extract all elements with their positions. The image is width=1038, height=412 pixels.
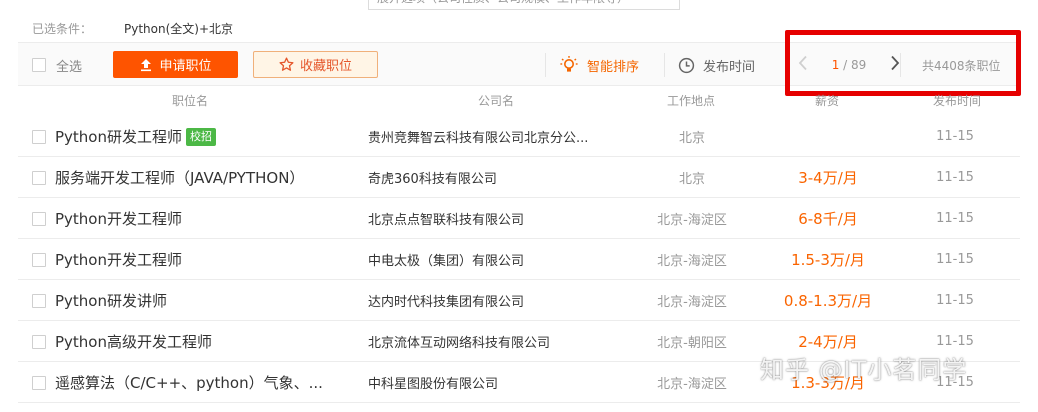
job-date: 11-15 — [936, 293, 974, 308]
conditions-value: Python(全文)+北京 — [124, 21, 234, 36]
company-name[interactable]: 达内时代科技集团有限公司 — [368, 280, 524, 321]
job-location: 北京 — [678, 131, 705, 146]
table-row[interactable]: Python研发工程师 校招 贵州竞舞智云科技有限公司北京分公... 北京 11-… — [18, 116, 1020, 157]
job-location: 北京 — [678, 172, 705, 187]
divider — [789, 53, 790, 77]
job-title[interactable]: Python研发工程师 校招 — [55, 116, 216, 157]
job-date: 11-15 — [936, 129, 974, 144]
job-location: 北京-海淀区 — [657, 213, 727, 228]
job-title[interactable]: 服务端开发工程师（JAVA/PYTHON） — [55, 157, 304, 198]
job-title[interactable]: Python研发讲师 — [55, 280, 167, 321]
next-page-icon[interactable] — [890, 55, 900, 75]
apply-job-button[interactable]: 申请职位 — [113, 51, 238, 78]
job-title[interactable]: Python开发工程师 — [55, 239, 182, 280]
job-toolbar: 全选 申请职位 收藏职位 智能排序 发布时间 1 / 89 共4408条职位 — [18, 42, 1020, 86]
page-indicator: 1 / 89 — [832, 58, 867, 72]
column-header-location: 工作地点 — [667, 94, 716, 108]
company-name[interactable]: 贵州竞舞智云科技有限公司北京分公... — [368, 116, 588, 157]
favorite-job-button[interactable]: 收藏职位 — [253, 51, 378, 78]
company-name[interactable]: 北京流体互动网络科技有限公司 — [368, 321, 550, 362]
divider — [664, 53, 665, 77]
job-salary — [758, 116, 898, 157]
company-name[interactable]: 中电太极（集团）有限公司 — [368, 239, 524, 280]
row-checkbox[interactable] — [32, 211, 46, 226]
row-checkbox[interactable] — [32, 334, 46, 349]
selected-conditions: 已选条件： Python(全文)+北京 — [32, 18, 233, 38]
page-total: / 89 — [843, 58, 867, 72]
job-salary: 0.8-1.3万/月 — [783, 292, 873, 310]
job-title[interactable]: Python高级开发工程师 — [55, 321, 212, 362]
row-checkbox[interactable] — [32, 293, 46, 308]
star-icon — [279, 57, 294, 72]
total-jobs: 共4408条职位 — [922, 58, 1001, 73]
prev-page-icon[interactable] — [798, 55, 808, 75]
company-name[interactable]: 北京点点智联科技有限公司 — [368, 198, 524, 239]
apply-job-label: 申请职位 — [159, 58, 212, 73]
pagination: 1 / 89 — [794, 43, 904, 87]
job-location: 北京-朝阳区 — [657, 336, 727, 351]
row-checkbox[interactable] — [32, 375, 46, 390]
column-header-date: 发布时间 — [933, 94, 982, 108]
job-location: 北京-海淀区 — [657, 377, 727, 392]
job-salary: 6-8千/月 — [798, 210, 858, 228]
conditions-label: 已选条件： — [32, 21, 93, 36]
sort-time-button[interactable]: 发布时间 — [678, 43, 755, 87]
sort-time-label: 发布时间 — [703, 59, 756, 75]
job-date: 11-15 — [936, 211, 974, 226]
page-current: 1 — [831, 58, 840, 72]
lightbulb-icon — [559, 55, 579, 75]
column-header-salary: 薪资 — [815, 94, 840, 108]
column-header-title: 职位名 — [172, 94, 209, 108]
divider — [900, 53, 901, 77]
divider — [545, 53, 546, 77]
job-date: 11-15 — [936, 170, 974, 185]
row-checkbox[interactable] — [32, 170, 46, 185]
company-name[interactable]: 奇虎360科技有限公司 — [368, 157, 497, 198]
zhihu-watermark: 知乎 @IT小茗同学 — [760, 356, 968, 384]
job-date: 11-15 — [936, 252, 974, 267]
select-all-label: 全选 — [56, 59, 83, 75]
expand-options-dropdown[interactable]: 展开选项（公司性质、公司规模、工作年限等） — [368, 0, 680, 10]
upload-icon — [139, 58, 153, 72]
table-row[interactable]: 服务端开发工程师（JAVA/PYTHON） 奇虎360科技有限公司 北京 3-4… — [18, 157, 1020, 198]
row-checkbox[interactable] — [32, 252, 46, 267]
job-salary: 3-4万/月 — [798, 169, 858, 187]
row-checkbox[interactable] — [32, 129, 46, 144]
table-row[interactable]: Python开发工程师 中电太极（集团）有限公司 北京-海淀区 1.5-3万/月… — [18, 239, 1020, 280]
column-header-company: 公司名 — [478, 94, 515, 108]
select-all-checkbox[interactable] — [32, 58, 46, 72]
sort-smart-button[interactable]: 智能排序 — [559, 43, 639, 87]
table-row[interactable]: Python开发工程师 北京点点智联科技有限公司 北京-海淀区 6-8千/月 1… — [18, 198, 1020, 239]
job-location: 北京-海淀区 — [657, 254, 727, 269]
job-location: 北京-海淀区 — [657, 295, 727, 310]
company-name[interactable]: 中科星图股份有限公司 — [368, 362, 498, 403]
table-row[interactable]: Python研发讲师 达内时代科技集团有限公司 北京-海淀区 0.8-1.3万/… — [18, 280, 1020, 321]
sort-smart-label: 智能排序 — [587, 59, 640, 75]
campus-badge: 校招 — [186, 127, 216, 146]
job-salary: 1.5-3万/月 — [791, 251, 865, 269]
clock-icon — [678, 57, 695, 74]
job-title[interactable]: Python开发工程师 — [55, 198, 182, 239]
job-title[interactable]: 遥感算法（C/C++、python）气象、... — [55, 362, 323, 403]
favorite-job-label: 收藏职位 — [299, 58, 352, 73]
select-all[interactable]: 全选 — [32, 43, 82, 87]
job-title-text[interactable]: Python研发工程师 — [55, 126, 182, 147]
